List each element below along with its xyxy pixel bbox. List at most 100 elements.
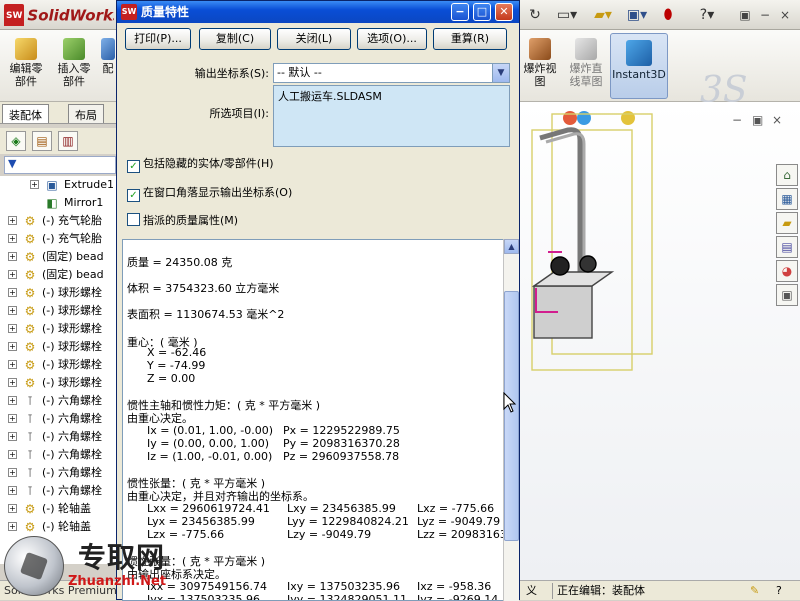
expand-icon[interactable]: + [8, 360, 17, 369]
tree-item[interactable]: + ⊺ (-) 六角螺栓 [0, 392, 118, 410]
chevron-down-icon[interactable]: ▼ [492, 64, 509, 82]
copy-button[interactable]: 复制(C) [199, 28, 271, 50]
file-explorer-icon[interactable]: ▰ [776, 212, 798, 234]
tree-item-label: (-) 球形螺栓 [42, 286, 103, 299]
custom-properties-icon[interactable]: ▣ [776, 284, 798, 306]
part-icon: ⚙ [24, 322, 36, 336]
recalculate-button[interactable]: 重算(R) [433, 28, 507, 50]
part-icon: ⚙ [24, 340, 36, 354]
tree-item[interactable]: + ⊺ (-) 六角螺栓 [0, 482, 118, 500]
appearances-icon[interactable]: ◕ [776, 260, 798, 282]
close-button[interactable]: 关闭(L) [277, 28, 351, 50]
insert-component-button[interactable]: 插入零部件 [54, 36, 94, 98]
expand-icon[interactable]: + [8, 342, 17, 351]
explode-line-sketch-button[interactable]: 爆炸直线草图 [566, 36, 606, 98]
tree-item[interactable]: + ⊺ (-) 六角螺栓 [0, 464, 118, 482]
scrollbar-thumb[interactable] [504, 291, 519, 541]
expand-icon[interactable]: + [8, 414, 17, 423]
traffic-light-icon[interactable]: ⬮ [658, 6, 678, 24]
tree-item[interactable]: + ⚙ (固定) bead [0, 248, 118, 266]
resources-icon[interactable]: ⌂ [776, 164, 798, 186]
feature-tree-icon[interactable]: ◈ [6, 131, 26, 151]
tree-item[interactable]: + ⚙ (-) 球形螺栓 [0, 320, 118, 338]
tree-item[interactable]: + ▣ Extrude1 [0, 176, 118, 194]
expand-icon[interactable]: + [8, 396, 17, 405]
checkbox-box[interactable] [127, 213, 140, 226]
checkbox-box[interactable]: ✓ [127, 160, 140, 173]
help-icon[interactable]: ?▾ [695, 6, 719, 24]
tree-item[interactable]: ◧ Mirror1 [0, 194, 118, 212]
tree-item[interactable]: + ⚙ (-) 充气轮胎 [0, 230, 118, 248]
hand-truck-model[interactable] [531, 113, 653, 371]
expand-icon[interactable]: + [8, 504, 17, 513]
part-icon: ⚙ [24, 358, 36, 372]
tree-item[interactable]: + ⚙ (-) 轮轴盖 [0, 500, 118, 518]
status-help-icon[interactable]: ? [772, 583, 786, 599]
property-manager-icon[interactable]: ▤ [32, 131, 52, 151]
expand-icon[interactable]: + [8, 252, 17, 261]
results-scrollbar[interactable]: ▲ [503, 239, 519, 601]
selected-item[interactable]: 人工搬运车.SLDASM [278, 90, 382, 103]
exploded-view-button[interactable]: 爆炸视图 [520, 36, 560, 98]
rebuild-icon[interactable]: ↻ [526, 6, 544, 24]
tree-item[interactable]: + ⊺ (-) 六角螺栓 [0, 428, 118, 446]
expand-icon[interactable]: + [8, 288, 17, 297]
coord-system-select[interactable]: -- 默认 -- ▼ [273, 63, 510, 83]
model-viewport[interactable]: − ▣ × [518, 102, 800, 580]
dialog-close-icon[interactable]: ✕ [495, 3, 513, 21]
expand-icon[interactable]: + [8, 270, 17, 279]
expand-icon[interactable]: + [8, 324, 17, 333]
save-icon[interactable]: ▣▾ [622, 6, 652, 24]
tab-assembly[interactable]: 装配体 [2, 104, 49, 123]
tree-item[interactable]: + ⚙ (-) 球形螺栓 [0, 284, 118, 302]
configuration-manager-icon[interactable]: ▥ [58, 131, 78, 151]
scroll-up-icon[interactable]: ▲ [504, 239, 519, 254]
tree-item[interactable]: + ⚙ (-) 球形螺栓 [0, 338, 118, 356]
options-button[interactable]: 选项(O)... [357, 28, 427, 50]
minimize-window-icon[interactable]: − [756, 7, 774, 23]
instant3d-button[interactable]: Instant3D [610, 33, 668, 99]
view-palette-icon[interactable]: ▤ [776, 236, 798, 258]
tree-item[interactable]: + ⚙ (-) 球形螺栓 [0, 302, 118, 320]
new-document-icon[interactable]: ▭▾ [552, 6, 582, 24]
expand-icon[interactable]: + [8, 522, 17, 531]
tree-item[interactable]: + ⊺ (-) 六角螺栓 [0, 410, 118, 428]
close-window-icon[interactable]: × [776, 7, 794, 23]
tree-item[interactable]: + ⚙ (固定) bead [0, 266, 118, 284]
tree-item[interactable]: + ⊺ (-) 六角螺栓 [0, 446, 118, 464]
tree-item[interactable]: + ⚙ (-) 球形螺栓 [0, 374, 118, 392]
expand-icon[interactable]: + [8, 450, 17, 459]
checkbox-box[interactable]: ✓ [127, 189, 140, 202]
expand-icon[interactable]: + [8, 234, 17, 243]
show-coord-checkbox[interactable]: ✓ 在窗口角落显示输出坐标系(O) [127, 184, 292, 202]
expand-icon[interactable]: + [8, 486, 17, 495]
restore-window-icon[interactable]: ▣ [736, 7, 754, 23]
tab-layout[interactable]: 布局 [68, 104, 104, 123]
volume-value: 体积 = 3754323.60 立方毫米 [127, 282, 280, 295]
assigned-mass-checkbox[interactable]: 指派的质量属性(M) [127, 212, 238, 230]
expand-icon[interactable]: + [8, 468, 17, 477]
mate-button[interactable]: 配 [100, 36, 116, 98]
expand-icon[interactable]: + [30, 180, 39, 189]
tensor-lxy: Lxy = 23456385.99 [287, 502, 396, 515]
dialog-titlebar[interactable]: SW 质量特性 − □ ✕ [117, 1, 519, 23]
part-icon: ⚙ [24, 286, 36, 300]
tree-item[interactable]: + ⚙ (-) 球形螺栓 [0, 356, 118, 374]
design-library-icon[interactable]: ▦ [776, 188, 798, 210]
include-hidden-checkbox[interactable]: ✓ 包括隐藏的实体/零部件(H) [127, 155, 274, 173]
dialog-maximize-icon[interactable]: □ [473, 3, 491, 21]
tree-item[interactable]: + ⚙ (-) 轮轴盖 [0, 518, 118, 536]
expand-icon[interactable]: + [8, 306, 17, 315]
selected-items-list[interactable]: 人工搬运车.SLDASM [273, 85, 510, 147]
status-lock-icon[interactable]: ✎ [746, 583, 763, 599]
feature-filter[interactable]: ▼ [4, 156, 116, 174]
dialog-minimize-icon[interactable]: − [451, 3, 469, 21]
graphics-area[interactable]: − ▣ × [518, 102, 800, 580]
print-button[interactable]: 打印(P)... [125, 28, 191, 50]
open-folder-icon[interactable]: ▰▾ [588, 6, 618, 24]
expand-icon[interactable]: + [8, 216, 17, 225]
expand-icon[interactable]: + [8, 432, 17, 441]
edit-component-button[interactable]: 编辑零部件 [6, 36, 46, 98]
tree-item[interactable]: + ⚙ (-) 充气轮胎 [0, 212, 118, 230]
expand-icon[interactable]: + [8, 378, 17, 387]
